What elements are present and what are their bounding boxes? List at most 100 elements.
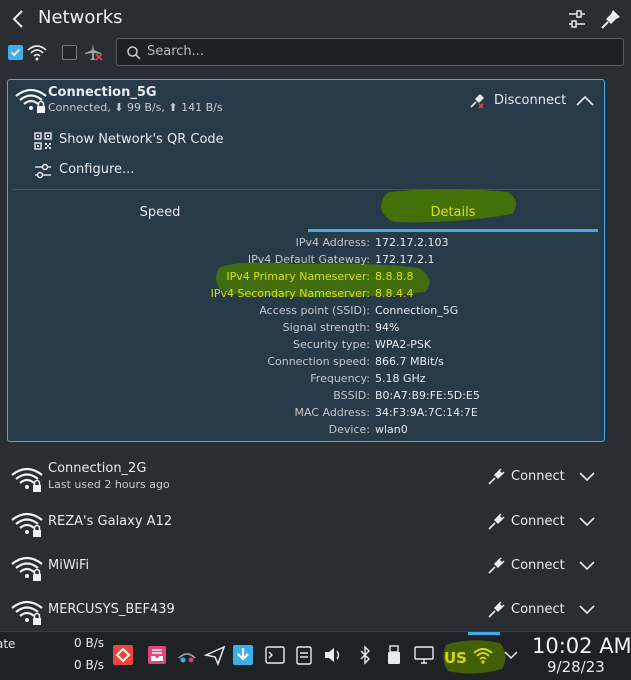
detail-value: 8.8.4.4 <box>375 287 414 300</box>
network-name: Connection_2G <box>48 461 147 476</box>
detail-key: IPv4 Secondary Nameserver: <box>210 287 370 300</box>
detail-row: MAC Address: 34:F3:9A:7C:14:7E <box>8 406 604 423</box>
chevron-up-icon[interactable] <box>574 92 596 110</box>
detail-key: IPv4 Default Gateway: <box>247 253 370 266</box>
tab-speed[interactable]: Speed <box>12 190 308 232</box>
display-icon[interactable] <box>413 644 435 666</box>
show-qr-label: Show Network's QR Code <box>59 132 224 147</box>
page-title: Networks <box>38 7 123 28</box>
network-name: REZA's Galaxy A12 <box>48 514 173 529</box>
chevron-down-icon[interactable] <box>502 644 520 666</box>
detail-row: IPv4 Primary Nameserver: 8.8.8.8 <box>8 270 604 287</box>
wifi-secured-icon <box>15 88 47 113</box>
detail-row: Frequency: 5.18 GHz <box>8 372 604 389</box>
pin-icon[interactable] <box>600 8 622 30</box>
airplane-mode-icon <box>85 44 103 61</box>
connect-plug-icon <box>488 513 505 530</box>
detail-row: IPv4 Secondary Nameserver: 8.8.4.4 <box>8 287 604 304</box>
search-icon <box>127 46 141 60</box>
wifi-secured-icon <box>11 467 43 492</box>
detail-row: BSSID: B0:A7:B9:FE:5D:E5 <box>8 389 604 406</box>
connect-plug-icon <box>488 557 505 574</box>
connect-label: Connect <box>511 558 565 573</box>
checkmark-icon <box>10 48 21 57</box>
wifi-filter-checkbox[interactable] <box>8 45 23 60</box>
anydesk-icon[interactable] <box>112 644 134 666</box>
detail-value: B0:A7:B9:FE:5D:E5 <box>375 389 480 402</box>
configure-label: Configure... <box>59 162 135 177</box>
inbox-tray-icon[interactable] <box>146 644 168 666</box>
keyboard-layout-indicator[interactable]: US <box>444 649 467 667</box>
clock-time[interactable]: 10:02 AM <box>532 634 631 658</box>
network-name: MiWiFi <box>48 558 90 573</box>
wifi-secured-icon <box>11 556 43 581</box>
upload-rate: 0 B/s <box>74 658 104 672</box>
chevron-down-icon[interactable] <box>577 514 597 530</box>
detail-row: IPv4 Default Gateway: 172.17.2.1 <box>8 253 604 270</box>
disconnect-label: Disconnect <box>494 93 567 108</box>
wifi-secured-icon <box>11 600 43 625</box>
detail-row: Device: wlan0 <box>8 423 604 440</box>
active-indicator <box>468 632 500 635</box>
taskbar: ate 0 B/s 0 B/s <box>0 631 631 680</box>
back-arrow-icon[interactable] <box>6 6 32 32</box>
detail-value: 5.18 GHz <box>375 372 426 385</box>
tab-details[interactable]: Details <box>308 190 598 232</box>
clipboard-icon[interactable] <box>293 644 315 666</box>
removable-device-icon[interactable] <box>383 644 405 666</box>
terminal-icon[interactable] <box>264 644 286 666</box>
detail-value: 172.17.2.1 <box>375 253 435 266</box>
detail-value: 94% <box>375 321 400 334</box>
download-manager-icon[interactable] <box>232 644 254 666</box>
detail-value: Connection_5G <box>375 304 459 317</box>
network-monitor-icon[interactable] <box>176 644 198 666</box>
detail-value: 34:F3:9A:7C:14:7E <box>375 406 478 419</box>
detail-key: MAC Address: <box>294 406 370 419</box>
chevron-down-icon[interactable] <box>577 602 597 618</box>
detail-row: Security type: WPA2-PSK <box>8 338 604 355</box>
search-field[interactable]: Search... <box>116 38 624 66</box>
connect-label: Connect <box>511 469 565 484</box>
tab-details-label: Details <box>430 205 476 220</box>
detail-row: Access point (SSID): Connection_5G <box>8 304 604 321</box>
active-connection-card[interactable]: Connection_5G Connected, ⬇ 99 B/s, ⬆ 141… <box>7 79 605 442</box>
taskbar-partial-label: ate <box>0 637 16 651</box>
detail-value: WPA2-PSK <box>375 338 432 351</box>
detail-row: IPv4 Address: 172.17.2.103 <box>8 236 604 253</box>
connect-plug-icon <box>488 601 505 618</box>
detail-value: 8.8.8.8 <box>375 270 414 283</box>
detail-key: Security type: <box>293 338 370 351</box>
detail-key: Frequency: <box>310 372 370 385</box>
detail-value: 172.17.2.103 <box>375 236 449 249</box>
airplane-mode-checkbox[interactable] <box>62 45 77 60</box>
network-name: Connection_5G <box>48 85 157 100</box>
network-item[interactable]: Connection_2G Last used 2 hours ago Connec… <box>0 457 631 501</box>
configure-icon[interactable] <box>566 8 588 30</box>
volume-icon[interactable] <box>322 644 344 666</box>
network-item[interactable]: MiWiFi Connect <box>0 546 631 590</box>
wifi-secured-icon <box>11 512 43 537</box>
chevron-down-icon[interactable] <box>577 558 597 574</box>
qr-code-icon <box>34 132 52 150</box>
chevron-down-icon[interactable] <box>577 469 597 485</box>
detail-key: IPv4 Primary Nameserver: <box>226 270 370 283</box>
clock-date[interactable]: 9/28/23 <box>547 658 605 676</box>
tab-speed-label: Speed <box>139 205 181 220</box>
detail-key: Connection speed: <box>267 355 370 368</box>
detail-key: Access point (SSID): <box>259 304 370 317</box>
disconnect-plug-icon <box>470 94 484 109</box>
network-last-used: Last used 2 hours ago <box>48 478 170 491</box>
detail-row: Connection speed: 866.7 MBit/s <box>8 355 604 372</box>
send-icon[interactable] <box>204 644 226 666</box>
network-item[interactable]: MERCUSYS_BEF439 Connect <box>0 590 631 634</box>
download-rate: 0 B/s <box>74 636 104 650</box>
detail-key: BSSID: <box>333 389 370 402</box>
detail-value: wlan0 <box>375 423 408 436</box>
connect-plug-icon <box>488 468 505 485</box>
connect-label: Connect <box>511 602 565 617</box>
search-input[interactable]: Search... <box>147 44 204 59</box>
network-item[interactable]: REZA's Galaxy A12 Connect <box>0 502 631 546</box>
wifi-tray-icon[interactable] <box>472 644 494 666</box>
bluetooth-icon[interactable] <box>354 644 376 666</box>
connect-label: Connect <box>511 514 565 529</box>
